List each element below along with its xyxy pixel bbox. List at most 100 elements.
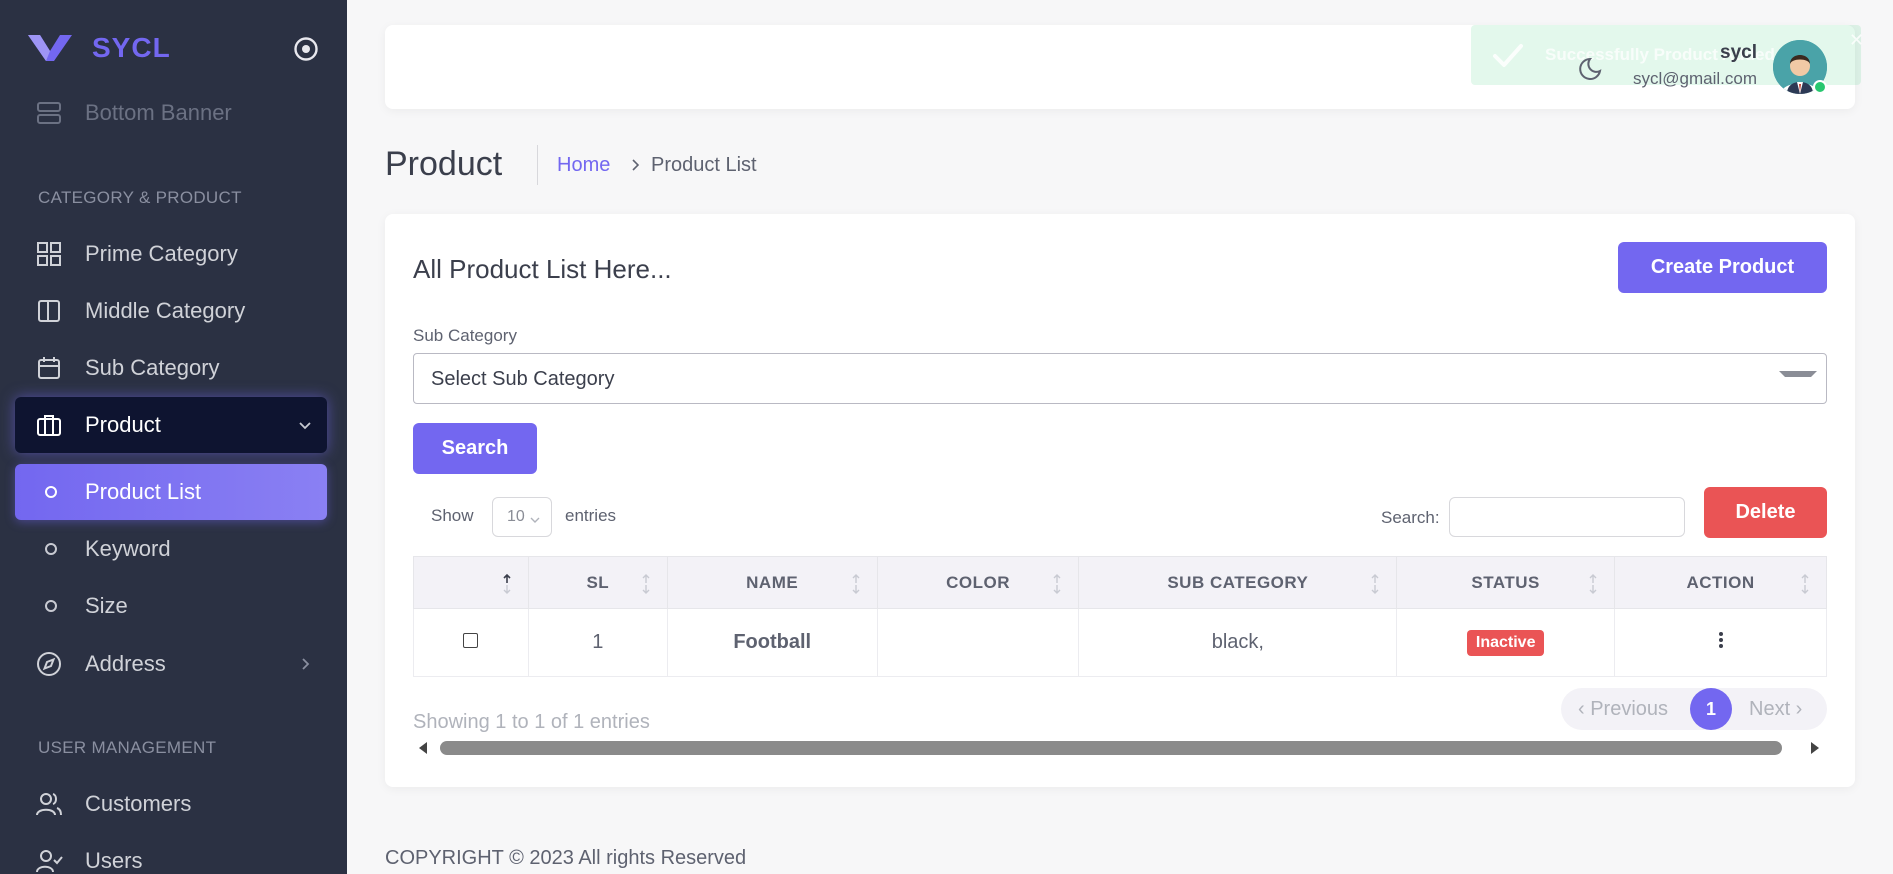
- column-header-select[interactable]: [413, 556, 529, 609]
- pagination-page-1[interactable]: 1: [1690, 688, 1732, 730]
- more-vertical-icon[interactable]: [1718, 631, 1724, 649]
- column-header-label: NAME: [746, 572, 799, 592]
- sidebar-item-label: Middle Category: [85, 298, 246, 323]
- sidebar-item-label: Size: [85, 593, 128, 618]
- sort-icon: [1801, 574, 1809, 594]
- sidebar: SYCL Bottom Banner CATEGORY & PRODUCT Pr…: [0, 0, 347, 874]
- sidebar-item-users[interactable]: Users: [15, 833, 327, 874]
- table-search-input[interactable]: [1449, 497, 1685, 537]
- select-arrow-icon: [1779, 371, 1817, 377]
- column-header-label: SUB CATEGORY: [1167, 572, 1309, 592]
- check-icon: [1493, 44, 1523, 67]
- pagination-previous-label: Previous: [1590, 698, 1669, 720]
- sidebar-item-label: Keyword: [85, 536, 171, 561]
- table-row: 1 Football black, Inactive: [413, 608, 1827, 677]
- column-header-sub-category[interactable]: SUB CATEGORY: [1078, 556, 1398, 609]
- row-checkbox[interactable]: [463, 633, 479, 648]
- breadcrumb-home-link[interactable]: Home: [557, 154, 610, 177]
- sidebar-item-middle-category[interactable]: Middle Category: [15, 283, 327, 339]
- users-icon: [36, 793, 62, 816]
- sidebar-item-label: Bottom Banner: [85, 100, 232, 125]
- circle-icon: [45, 600, 57, 612]
- pagination-previous[interactable]: ‹ Previous: [1578, 698, 1668, 721]
- status-badge: Inactive: [1466, 629, 1545, 656]
- circle-icon: [45, 543, 57, 555]
- sidebar-item-sub-category[interactable]: Sub Category: [15, 340, 327, 396]
- column-header-sl[interactable]: SL: [527, 556, 668, 609]
- column-header-name[interactable]: NAME: [666, 556, 878, 609]
- showing-entries-info: Showing 1 to 1 of 1 entries: [413, 711, 650, 733]
- user-name[interactable]: sycl: [1600, 42, 1757, 64]
- cell-name: Football: [666, 608, 878, 677]
- chevron-down-icon: [530, 517, 540, 523]
- compass-icon: [37, 652, 61, 676]
- sidebar-item-size[interactable]: Size: [15, 578, 327, 634]
- sidebar-item-product[interactable]: Product: [15, 397, 327, 453]
- sidebar-item-label: Sub Category: [85, 355, 220, 380]
- sort-icon: [503, 573, 511, 594]
- create-product-button[interactable]: Create Product: [1618, 242, 1827, 293]
- sidebar-item-customers[interactable]: Customers: [15, 776, 327, 832]
- column-header-label: STATUS: [1471, 572, 1540, 592]
- horizontal-scrollbar-thumb[interactable]: [440, 741, 1782, 755]
- delete-button[interactable]: Delete: [1704, 487, 1827, 538]
- entries-label: entries: [565, 506, 617, 525]
- sort-icon: [1589, 574, 1597, 594]
- sidebar-item-label: Address: [85, 651, 166, 676]
- sidebar-item-bottom-banner[interactable]: Bottom Banner: [15, 85, 327, 141]
- row-select-cell: [413, 608, 529, 677]
- sidebar-item-address[interactable]: Address: [15, 636, 327, 692]
- entries-per-page-select[interactable]: 10: [492, 497, 552, 537]
- sort-icon: [1371, 574, 1379, 594]
- calendar-icon: [38, 357, 60, 379]
- briefcase-icon: [37, 415, 61, 436]
- column-header-label: COLOR: [946, 572, 1010, 592]
- table-search-label: Search:: [1381, 508, 1440, 527]
- cell-sl: 1: [527, 608, 668, 677]
- search-button[interactable]: Search: [413, 423, 537, 474]
- sub-category-select-value: Select Sub Category: [431, 368, 615, 390]
- brand[interactable]: SYCL: [26, 30, 171, 66]
- sidebar-section-category: CATEGORY & PRODUCT: [38, 188, 242, 207]
- copyright-text: COPYRIGHT © 2023 All rights Reserved: [385, 847, 747, 869]
- sidebar-item-label: Customers: [85, 791, 192, 816]
- cell-status: Inactive: [1396, 608, 1616, 677]
- sidebar-item-label: Users: [85, 848, 143, 873]
- cell-sub-category: black,: [1078, 608, 1398, 677]
- online-status-dot: [1813, 80, 1827, 94]
- sub-category-label: Sub Category: [413, 326, 517, 345]
- sidebar-section-user-management: USER MANAGEMENT: [38, 738, 217, 757]
- sort-icon: [1053, 574, 1061, 594]
- cell-color: [876, 608, 1080, 677]
- sort-icon: [852, 574, 860, 594]
- layout-icon: [38, 300, 60, 322]
- sidebar-item-keyword[interactable]: Keyword: [15, 521, 327, 577]
- sub-category-select[interactable]: [413, 353, 1827, 404]
- pagination-next-label: Next: [1749, 698, 1791, 720]
- column-header-action[interactable]: ACTION: [1614, 556, 1827, 609]
- chevron-right-icon: [302, 658, 310, 670]
- sidebar-item-label: Prime Category: [85, 241, 238, 266]
- column-header-status[interactable]: STATUS: [1396, 556, 1616, 609]
- scroll-right-arrow-icon[interactable]: [1810, 741, 1820, 755]
- sidebar-toggle-icon[interactable]: [293, 36, 319, 62]
- brand-name: SYCL: [92, 32, 171, 63]
- sidebar-item-label: Product: [85, 412, 161, 437]
- product-table: SL NAME COLOR SUB CATEGORY STATUS ACTION…: [413, 556, 1827, 677]
- sidebar-item-product-list[interactable]: Product List: [15, 464, 327, 520]
- column-header-color[interactable]: COLOR: [876, 556, 1080, 609]
- server-icon: [37, 102, 61, 124]
- show-label: Show: [431, 506, 474, 525]
- chevron-right-icon: [632, 159, 640, 171]
- sort-icon: [642, 574, 650, 594]
- breadcrumb-divider: [537, 145, 538, 185]
- circle-icon: [45, 486, 57, 498]
- scroll-left-arrow-icon[interactable]: [418, 741, 428, 755]
- sidebar-item-label: Product List: [85, 479, 202, 504]
- page-title: Product: [385, 145, 503, 183]
- pagination-next[interactable]: Next ›: [1749, 698, 1802, 721]
- grid-icon: [37, 242, 61, 266]
- card-title: All Product List Here...: [413, 254, 672, 284]
- toast-close-icon[interactable]: ✕: [1849, 30, 1864, 51]
- sidebar-item-prime-category[interactable]: Prime Category: [15, 226, 327, 282]
